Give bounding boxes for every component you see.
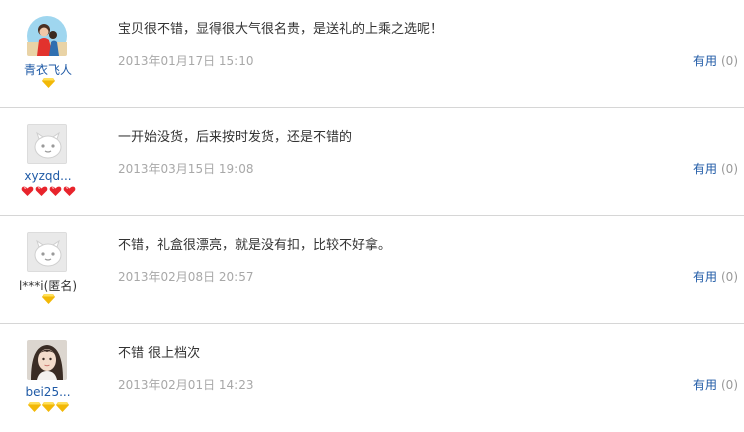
- username[interactable]: 青衣飞人: [0, 61, 96, 78]
- username[interactable]: xyzqd...: [0, 169, 96, 183]
- red-heart-icon: [63, 186, 75, 196]
- useful-button[interactable]: 有用: [693, 270, 717, 284]
- review-item: bei25... 不错 很上档次 2013年02月01日 14:23 有用 (0): [0, 324, 744, 432]
- user-avatar[interactable]: [27, 16, 67, 56]
- user-level-badges: [0, 78, 96, 88]
- review-date: 2013年01月17日 15:10: [118, 54, 254, 68]
- useful-vote: 有用 (0): [693, 52, 738, 69]
- yellow-diamond-icon: [27, 402, 41, 412]
- red-heart-icon: [21, 186, 33, 196]
- username[interactable]: bei25...: [0, 385, 96, 399]
- review-content: 不错，礼盒很漂亮，就是没有扣，比较不好拿。: [118, 238, 392, 253]
- review-content: 不错 很上档次: [118, 346, 201, 361]
- yellow-diamond-icon: [41, 294, 55, 304]
- useful-count: (0): [721, 270, 738, 284]
- review-content: 一开始没货，后来按时发货，还是不错的: [118, 130, 353, 145]
- default-avatar[interactable]: [27, 232, 67, 272]
- review-item: xyzqd... 一开始没货，后来按时发货，还是不错的 2013年03月15日 …: [0, 108, 744, 216]
- user-level-badges: [0, 402, 96, 412]
- useful-count: (0): [721, 162, 738, 176]
- user-avatar[interactable]: [27, 340, 67, 380]
- user-level-badges: [0, 186, 96, 196]
- username: l***i(匿名): [18, 279, 78, 293]
- review-content: 宝贝很不错，显得很大气很名贵，是送礼的上乘之选呢！: [118, 22, 444, 37]
- red-heart-icon: [49, 186, 61, 196]
- useful-vote: 有用 (0): [693, 376, 738, 393]
- user-level-badges: [0, 294, 96, 304]
- yellow-diamond-icon: [41, 402, 55, 412]
- review-date: 2013年03月15日 19:08: [118, 162, 254, 176]
- useful-count: (0): [721, 54, 738, 68]
- red-heart-icon: [35, 186, 47, 196]
- useful-vote: 有用 (0): [693, 268, 738, 285]
- review-date: 2013年02月08日 20:57: [118, 270, 254, 284]
- useful-button[interactable]: 有用: [693, 54, 717, 68]
- useful-count: (0): [721, 378, 738, 392]
- useful-button[interactable]: 有用: [693, 378, 717, 392]
- review-date: 2013年02月01日 14:23: [118, 378, 254, 392]
- yellow-diamond-icon: [41, 78, 55, 88]
- yellow-diamond-icon: [55, 402, 69, 412]
- review-item: l***i(匿名) 不错，礼盒很漂亮，就是没有扣，比较不好拿。 2013年02月…: [0, 216, 744, 324]
- review-item: 青衣飞人 宝贝很不错，显得很大气很名贵，是送礼的上乘之选呢！ 2013年01月1…: [0, 0, 744, 108]
- useful-vote: 有用 (0): [693, 160, 738, 177]
- useful-button[interactable]: 有用: [693, 162, 717, 176]
- default-avatar[interactable]: [27, 124, 67, 164]
